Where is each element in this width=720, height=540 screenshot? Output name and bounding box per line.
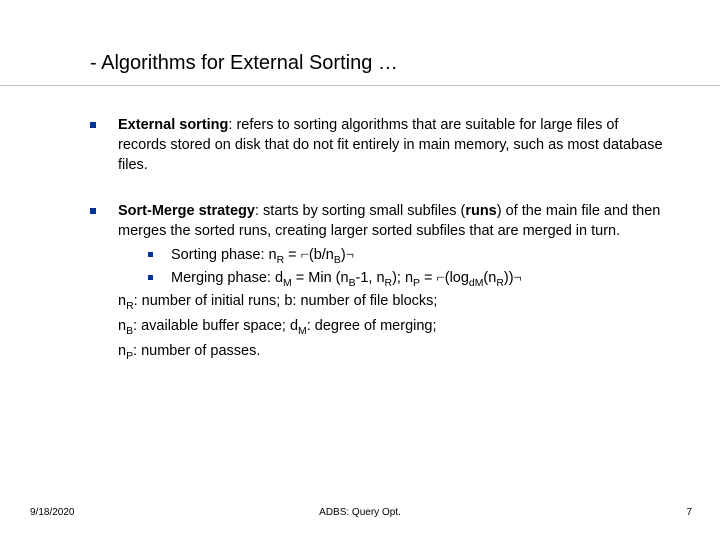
d3-sub1: P	[126, 350, 133, 361]
title-underline	[0, 85, 720, 86]
d2-a: n	[118, 318, 126, 334]
square-bullet-icon	[90, 208, 96, 214]
sub2-sub1: M	[283, 278, 292, 289]
d2-sub1: B	[126, 326, 133, 337]
square-bullet-icon	[148, 252, 153, 257]
bullet-1-bold: External sorting	[118, 117, 228, 133]
bullet-2-text: Sort-Merge strategy: starts by sorting s…	[118, 201, 670, 362]
d1-b: : number of initial runs; b: number of f…	[134, 293, 438, 309]
sub1-label: Sorting phase: n	[171, 247, 277, 263]
sub-bullet-1: Sorting phase: nR = ⌐(b/nB)¬	[148, 245, 670, 265]
ceil-open: ⌐	[437, 270, 445, 286]
bullet-2-bold: Sort-Merge strategy	[118, 203, 255, 219]
sub2-sub4: P	[413, 278, 420, 289]
sub2-sub6: R	[496, 278, 504, 289]
title-area: - Algorithms for External Sorting …	[90, 52, 680, 75]
sub2-sub2: B	[349, 278, 356, 289]
footer-date: 9/18/2020	[30, 507, 75, 518]
d2-sub2: M	[298, 326, 307, 337]
sub2-c: ); n	[392, 270, 413, 286]
slide: - Algorithms for External Sorting … Exte…	[0, 0, 720, 540]
def-line-2: nB: available buffer space; dM: degree o…	[118, 316, 670, 338]
bullet-2: Sort-Merge strategy: starts by sorting s…	[90, 201, 670, 362]
sub2-d: =	[420, 270, 437, 286]
bullet-2-runs: runs	[465, 203, 496, 219]
d2-b: : available buffer space; d	[133, 318, 298, 334]
d1-sub1: R	[126, 301, 134, 312]
ceil-open: ⌐	[301, 247, 309, 263]
sub-1-text: Sorting phase: nR = ⌐(b/nB)¬	[171, 245, 354, 265]
d1-a: n	[118, 293, 126, 309]
square-bullet-icon	[148, 275, 153, 280]
sub2-f: (n	[483, 270, 496, 286]
bullet-1-text: External sorting: refers to sorting algo…	[118, 115, 670, 175]
sub1-expr-a: (b/n	[309, 247, 334, 263]
bullet-1: External sorting: refers to sorting algo…	[90, 115, 670, 175]
d2-c: : degree of merging;	[307, 318, 437, 334]
sub-2-text: Merging phase: dM = Min (nB-1, nR); nP =…	[171, 268, 522, 288]
sub2-sub3: R	[385, 278, 393, 289]
sub2-g: ))	[504, 270, 514, 286]
sub2-a: = Min (n	[292, 270, 349, 286]
d3-a: n	[118, 343, 126, 359]
sub-bullet-2: Merging phase: dM = Min (nB-1, nR); nP =…	[148, 268, 670, 288]
sub1-sub2: B	[334, 255, 341, 266]
def-line-3: nP: number of passes.	[118, 341, 670, 363]
slide-title: - Algorithms for External Sorting …	[90, 52, 680, 75]
sub2-b: -1, n	[356, 270, 385, 286]
d3-b: : number of passes.	[133, 343, 260, 359]
ceil-close: ¬	[346, 247, 354, 263]
ceil-close: ¬	[514, 270, 522, 286]
sub2-e: (log	[445, 270, 469, 286]
bullet-2-rest-a: : starts by sorting small subfiles (	[255, 203, 465, 219]
sub1-mid: =	[284, 247, 301, 263]
sub-list: Sorting phase: nR = ⌐(b/nB)¬ Merging pha…	[148, 245, 670, 288]
content-area: External sorting: refers to sorting algo…	[90, 115, 670, 388]
def-line-1: nR: number of initial runs; b: number of…	[118, 291, 670, 313]
square-bullet-icon	[90, 122, 96, 128]
footer-center: ADBS: Query Opt.	[319, 507, 401, 518]
sub2-sub5: dM	[469, 278, 484, 289]
sub2-label: Merging phase: d	[171, 270, 283, 286]
footer-page-number: 7	[686, 507, 692, 518]
